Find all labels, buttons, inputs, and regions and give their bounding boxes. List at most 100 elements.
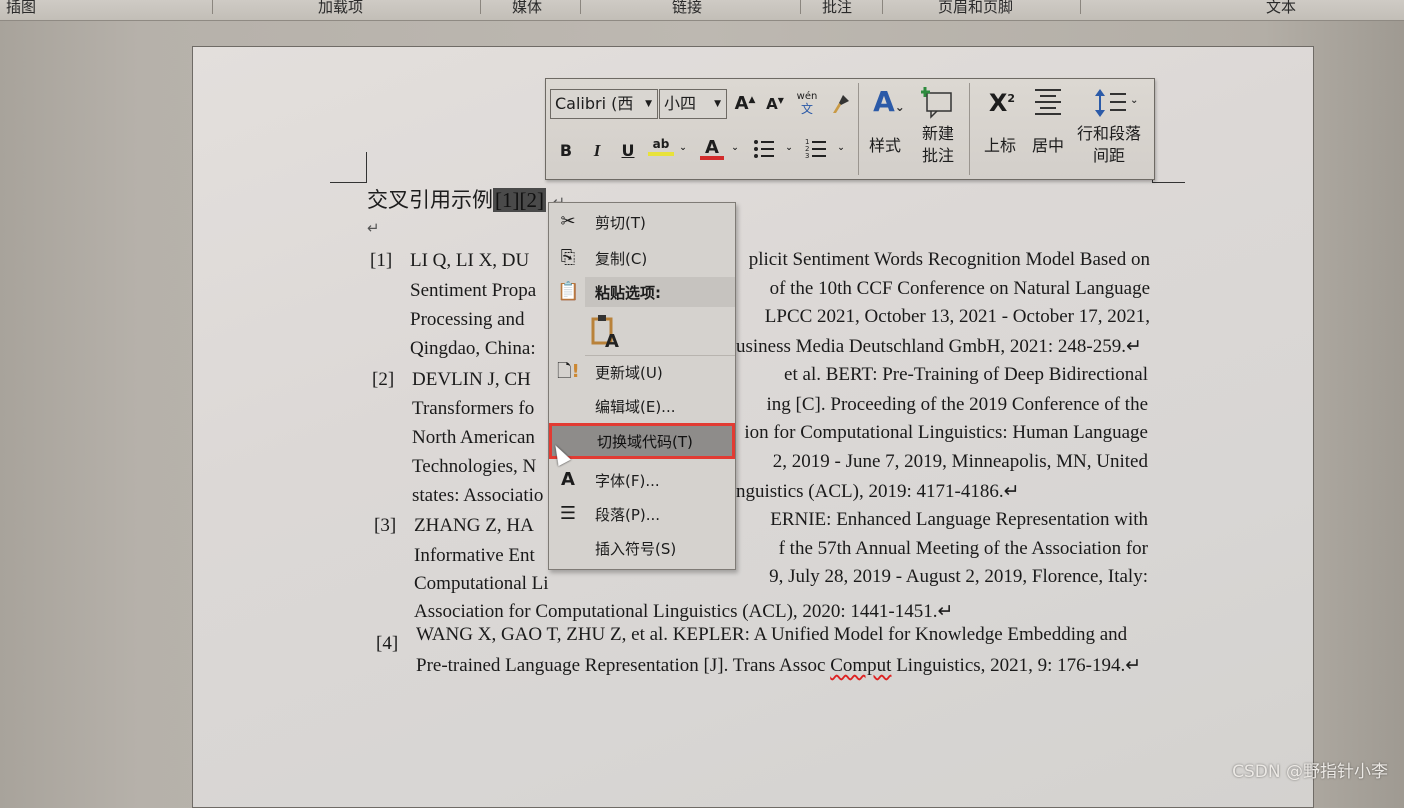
superscript-button-label[interactable]: 上标 [978, 135, 1022, 157]
reference-line: f the 57th Annual Meeting of the Associa… [778, 538, 1148, 559]
reference-line: Computational Li [414, 573, 549, 594]
bullets-button[interactable] [752, 137, 776, 166]
font-color-dropdown-chevron-icon[interactable]: ⌄ [730, 143, 740, 153]
document-heading[interactable]: 交叉引用示例[1][2] ↵ [367, 184, 565, 214]
reference-line: et al. BERT: Pre-Training of Deep Bidire… [784, 364, 1148, 385]
mini-toolbar: Calibri (西 ▼ 小四 ▼ A▲ A▼ wén 文 B I U ab ⌄… [545, 78, 1155, 180]
line-spacing-button[interactable]: 行和段落 间距 [1072, 123, 1146, 167]
reference-text: Pre-trained Language Representation [J].… [416, 655, 831, 676]
ribbon-divider [882, 0, 883, 14]
toolbar-divider [969, 83, 970, 175]
ribbon-divider [580, 0, 581, 14]
reference-line: Processing and [410, 309, 525, 330]
line-spacing-label-line1: 行和段落 [1076, 124, 1141, 143]
center-align-icon[interactable] [1030, 87, 1066, 124]
grow-font-icon: A [734, 93, 749, 114]
reference-line: Qingdao, China: [410, 338, 536, 359]
styles-button-label[interactable]: 样式 [862, 135, 908, 157]
shrink-font-button[interactable]: A▼ [764, 95, 786, 113]
ribbon-divider [212, 0, 213, 14]
reference-number: [4] [376, 633, 399, 654]
font-color-button[interactable]: A [700, 137, 724, 160]
ribbon-group-labels: 插图 加载项 媒体 链接 批注 页眉和页脚 文本 [0, 0, 1404, 21]
paragraph-icon: ☰ [559, 503, 577, 524]
format-painter-button[interactable] [828, 93, 852, 120]
font-name-value: Calibri (西 [555, 94, 634, 113]
menu-item-toggle-field-codes[interactable]: 切换域代码(T) [549, 423, 735, 459]
update-field-icon: 🗋! [557, 361, 580, 382]
bullet-list-icon [754, 140, 774, 158]
new-comment-icon[interactable] [918, 85, 958, 124]
reference-line: Sentiment Propa [410, 280, 537, 301]
new-comment-button[interactable]: 新建 批注 [916, 123, 960, 167]
menu-item-label: 编辑域(E)... [595, 398, 676, 416]
highlight-dropdown-chevron-icon[interactable]: ⌄ [678, 143, 688, 153]
empty-paragraph-mark: ↵ [367, 219, 380, 237]
numbering-dropdown-chevron-icon[interactable]: ⌄ [836, 143, 846, 153]
paste-keep-text-only-button[interactable]: A [589, 313, 629, 353]
reference-line: DEVLIN J, CH [412, 369, 531, 390]
reference-line: nguistics (ACL), 2019: 4171-4186.↵ [736, 481, 1020, 502]
highlight-button[interactable]: ab [648, 137, 674, 156]
reference-line: ion for Computational Linguistics: Human… [744, 422, 1148, 443]
ribbon-divider [1080, 0, 1081, 14]
numbering-button[interactable]: 123 [804, 137, 828, 166]
highlight-color-bar [648, 152, 674, 156]
menu-item-font[interactable]: A 字体(F)... [549, 465, 735, 495]
scissors-icon: ✂ [560, 211, 576, 232]
reference-line: Pre-trained Language Representation [J].… [416, 654, 1141, 677]
font-size-dropdown[interactable]: 小四 ▼ [659, 89, 727, 119]
line-spacing-label-line2: 间距 [1092, 146, 1125, 165]
copy-icon: ⎘ [560, 247, 576, 268]
ribbon-group-header-footer: 页眉和页脚 [938, 0, 1014, 16]
menu-item-paragraph[interactable]: ☰ 段落(P)... [549, 499, 735, 529]
menu-item-copy[interactable]: ⎘ 复制(C) [549, 243, 735, 273]
menu-item-cut[interactable]: ✂ 剪切(T) [549, 207, 735, 237]
underline-button[interactable]: U [620, 141, 636, 160]
reference-line: ERNIE: Enhanced Language Representation … [770, 509, 1148, 530]
paste-options-header: 粘贴选项: [585, 277, 735, 307]
toolbar-divider [858, 83, 859, 175]
reference-line: usiness Media Deutschland GmbH, 2021: 24… [736, 336, 1142, 357]
reference-number: [3] [374, 515, 397, 536]
spelling-error-word[interactable]: Comput [830, 655, 891, 676]
paste-text-only-icon: A [591, 315, 619, 352]
highlight-icon: ab [652, 137, 670, 151]
superscript-icon[interactable]: X2 [982, 89, 1022, 117]
ribbon-group-addins: 加载项 [318, 0, 364, 16]
menu-item-insert-symbol[interactable]: 插入符号(S) [549, 533, 735, 563]
reference-line: WANG X, GAO T, ZHU Z, et al. KEPLER: A U… [416, 624, 1128, 645]
reference-line: Technologies, N [412, 456, 537, 477]
ribbon-group-text: 文本 [1266, 0, 1297, 16]
menu-item-label: 切换域代码(T) [597, 433, 693, 451]
italic-button[interactable]: I [590, 141, 604, 161]
new-comment-label-line1: 新建 [921, 124, 954, 143]
menu-item-label: 复制(C) [595, 250, 648, 268]
phonetic-guide-button[interactable]: wén 文 [794, 91, 820, 115]
bold-button[interactable]: B [558, 141, 574, 160]
menu-item-edit-field[interactable]: 编辑域(E)... [549, 391, 735, 421]
reference-line: Informative Ent [414, 545, 535, 566]
line-spacing-icon[interactable]: ⌄ [1086, 87, 1146, 124]
ribbon-divider [800, 0, 801, 14]
menu-item-label: 段落(P)... [595, 506, 661, 524]
heading-text: 交叉引用示例 [367, 188, 493, 212]
bullets-dropdown-chevron-icon[interactable]: ⌄ [784, 143, 794, 153]
menu-divider [585, 355, 735, 356]
reference-line: plicit Sentiment Words Recognition Model… [748, 249, 1150, 270]
shrink-font-icon: A [766, 95, 778, 113]
font-name-dropdown[interactable]: Calibri (西 ▼ [550, 89, 658, 119]
ribbon-group-media: 媒体 [512, 0, 543, 16]
new-comment-label-line2: 批注 [921, 146, 954, 165]
menu-item-label: 粘贴选项: [595, 284, 661, 302]
reference-number: [1] [370, 250, 393, 271]
styles-icon[interactable]: A⌄ [866, 85, 912, 118]
center-button-label[interactable]: 居中 [1026, 135, 1070, 157]
menu-item-update-field[interactable]: 🗋! 更新域(U) [549, 357, 735, 387]
paste-icon: 📋 [557, 281, 580, 302]
reference-line: LI Q, LI X, DU [410, 250, 530, 271]
font-icon: A [561, 469, 575, 490]
grow-font-button[interactable]: A▲ [734, 93, 756, 114]
cross-reference-field[interactable]: [1][2] [493, 188, 546, 212]
menu-item-label: 剪切(T) [595, 214, 646, 232]
